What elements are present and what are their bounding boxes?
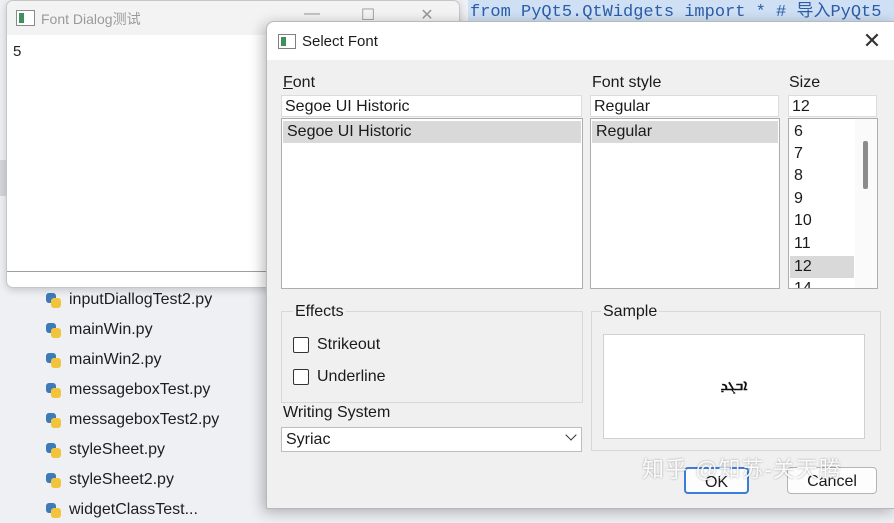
list-item[interactable]: 10 — [790, 210, 854, 232]
list-item[interactable]: 12 — [790, 256, 854, 278]
sample-label: Sample — [601, 303, 660, 321]
checkbox-box[interactable] — [293, 369, 309, 385]
app-window-icon — [278, 34, 296, 49]
font-label: Font — [283, 74, 316, 91]
file-name: messageboxTest2.py — [69, 411, 220, 428]
list-item[interactable]: 9 — [790, 188, 854, 210]
file-item[interactable]: widgetClassTest... — [46, 497, 198, 523]
sample-text: ܐܒܓܕ — [720, 377, 748, 394]
file-name: mainWin.py — [69, 321, 153, 338]
list-item[interactable]: 11 — [790, 233, 854, 255]
sample-preview: ܐܒܓܕ — [603, 334, 865, 439]
file-name: mainWin2.py — [69, 351, 162, 368]
select-font-dialog: Select Font ✕ Font Segoe UI Historic Seg… — [266, 21, 894, 509]
file-name: messageboxTest.py — [69, 381, 211, 398]
file-name: inputDiallogTest2.py — [69, 291, 213, 308]
watermark: 知乎 @知苏-关天腾 — [642, 457, 842, 482]
file-item[interactable]: styleSheet.py — [46, 437, 165, 463]
list-item[interactable]: Regular — [592, 121, 778, 143]
file-name: styleSheet2.py — [69, 471, 174, 488]
python-file-icon — [46, 382, 61, 398]
file-item[interactable]: styleSheet2.py — [46, 467, 174, 493]
list-item[interactable]: 14 — [790, 278, 854, 288]
file-item[interactable]: messageboxTest.py — [46, 377, 210, 403]
checkbox-box[interactable] — [293, 337, 309, 353]
font-style-label: Font style — [592, 74, 662, 91]
file-item[interactable]: mainWin2.py — [46, 347, 161, 373]
list-item[interactable]: 8 — [790, 165, 854, 187]
file-item[interactable]: messageboxTest2.py — [46, 407, 219, 433]
file-name: widgetClassTest... — [69, 501, 198, 518]
strikeout-label: Strikeout — [317, 336, 381, 353]
font-name-field[interactable]: Segoe UI Historic — [281, 95, 582, 117]
project-file-list: inputDiallogTest2.py mainWin.py mainWin2… — [0, 285, 270, 518]
file-item[interactable]: inputDiallogTest2.py — [46, 287, 212, 313]
file-item[interactable]: mainWin.py — [46, 317, 153, 343]
effects-label: Effects — [293, 303, 346, 321]
strikeout-checkbox[interactable]: Strikeout — [293, 336, 380, 354]
python-file-icon — [46, 352, 61, 368]
list-item[interactable]: Segoe UI Historic — [283, 121, 581, 143]
size-list[interactable]: 6 7 8 9 10 11 12 14 — [788, 118, 878, 289]
size-scrollbar[interactable] — [855, 119, 877, 288]
writing-system-label: Writing System — [283, 404, 391, 421]
python-file-icon — [46, 502, 61, 518]
font-style-list[interactable]: Regular — [590, 118, 780, 289]
python-file-icon — [46, 322, 61, 338]
list-item[interactable]: 7 — [790, 143, 854, 165]
font-list[interactable]: Segoe UI Historic — [281, 118, 583, 289]
size-field[interactable]: 12 — [788, 95, 877, 117]
python-file-icon — [46, 292, 61, 308]
app-window-icon — [16, 10, 35, 26]
close-icon[interactable]: ✕ — [859, 28, 885, 54]
underline-checkbox[interactable]: Underline — [293, 368, 385, 386]
writing-system-value: Syriac — [286, 431, 331, 448]
font-style-field[interactable]: Regular — [590, 95, 779, 117]
writing-system-combo[interactable]: Syriac — [281, 427, 582, 452]
chevron-down-icon[interactable] — [565, 429, 577, 441]
list-item[interactable]: 6 — [790, 121, 854, 143]
dialog-title: Select Font — [302, 33, 378, 50]
main-window-title: Font Dialog测试 — [41, 11, 141, 27]
file-name: styleSheet.py — [69, 441, 166, 458]
scroll-up-arrow[interactable] — [855, 119, 877, 141]
size-label: Size — [789, 74, 821, 91]
python-file-icon — [46, 412, 61, 428]
underline-label: Underline — [317, 368, 386, 385]
python-file-icon — [46, 472, 61, 488]
result-label: 5 — [13, 43, 22, 60]
python-file-icon — [46, 442, 61, 458]
effects-group — [281, 311, 583, 403]
code-line: from PyQt5.QtWidgets import * # 导入PyQt5 — [470, 3, 882, 22]
scroll-thumb[interactable] — [863, 141, 868, 189]
